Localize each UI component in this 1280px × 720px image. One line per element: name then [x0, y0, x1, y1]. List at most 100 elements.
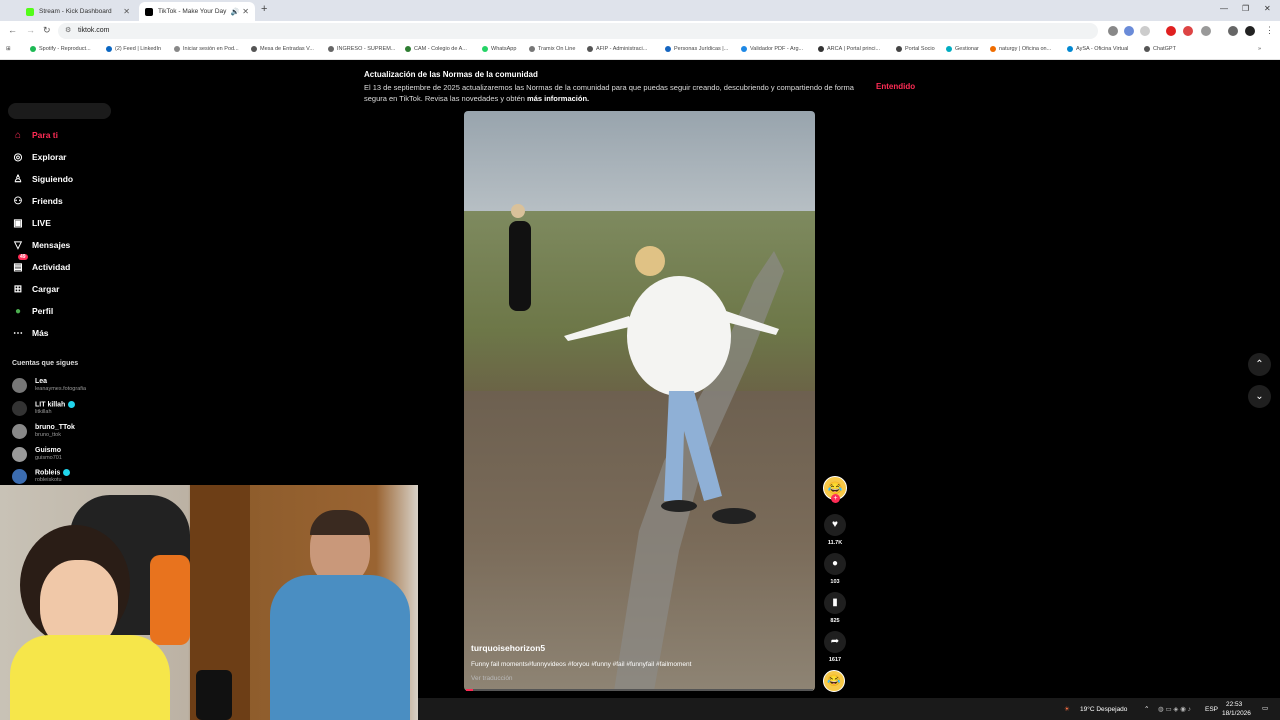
sidebar-item-live[interactable]: ▣ LIVE [12, 215, 51, 231]
menu-icon[interactable]: ⋮ [1265, 25, 1274, 36]
sound-disc[interactable]: 😂 [823, 670, 847, 692]
followed-account[interactable]: LIT killah litkillah [12, 401, 76, 417]
clock-date[interactable]: 18/1/2026 [1222, 710, 1251, 717]
tab-tiktok[interactable]: TikTok - Make Your Day 🔊 ✕ [139, 2, 255, 21]
back-icon[interactable]: ← [8, 25, 17, 35]
kick-icon [26, 7, 34, 16]
tab-label: TikTok - Make Your Day [158, 8, 227, 15]
sidebar-item-mensajes[interactable]: ▽ Mensajes [12, 237, 70, 253]
bookmark-item[interactable]: naturgy | Oficina on... [990, 46, 1051, 52]
site-info-icon[interactable]: ⚙ [65, 23, 71, 39]
speaker-icon[interactable]: 🔊 [231, 8, 240, 16]
translate-link[interactable]: Ver traducción [471, 675, 513, 682]
tray-icons[interactable]: ◍ ▭ ◈ ◉ ♪ [1158, 705, 1191, 713]
close-window-icon[interactable]: ✕ [1264, 4, 1271, 13]
followed-account[interactable]: Robleis robleiskotu [12, 469, 71, 485]
weather-text[interactable]: 19°C Despejado [1080, 706, 1127, 713]
forward-icon[interactable]: → [26, 25, 35, 35]
bookmark-item[interactable]: ARCA | Portal princi... [818, 46, 880, 52]
sidebar-item-cargar[interactable]: ⊞ Cargar [12, 281, 60, 297]
profile-icon: ● [14, 305, 22, 317]
bookmark-item[interactable]: CAM - Colegio de A... [405, 46, 467, 52]
video-progress-fill [466, 689, 473, 691]
extension-gmail-icon[interactable] [1183, 26, 1193, 36]
language-indicator[interactable]: ESP [1205, 706, 1218, 713]
video-scene [509, 204, 784, 691]
video-progress-bar[interactable] [466, 689, 813, 691]
banner-text: El 13 de septiembre de 2025 actualizarem… [364, 83, 854, 103]
avatar [12, 447, 27, 462]
heart-icon: ♥ [824, 514, 846, 536]
more-bookmarks-icon[interactable]: » [1258, 46, 1261, 52]
bookmark-item[interactable]: Tramix On Line [529, 46, 575, 52]
compass-icon: ◎ [13, 151, 23, 163]
bookmark-item[interactable]: Iniciar sesión en Pod... [174, 46, 239, 52]
comment-button[interactable]: ● 103 [823, 553, 847, 585]
extension-opera-icon[interactable] [1166, 26, 1176, 36]
follow-plus-icon[interactable]: + [831, 494, 840, 503]
bookmark-item[interactable]: Mesa de Entradas V... [251, 46, 314, 52]
browser-toolbar: ← → ↻ ⚙ tiktok.com ⋮ [0, 21, 1280, 41]
followed-account[interactable]: Lea leanaymes.fotografia [12, 378, 86, 393]
sidebar-item-explorar[interactable]: ◎ Explorar [12, 149, 67, 165]
tab-kick[interactable]: Stream - Kick Dashboard ✕ [20, 2, 136, 21]
bookmark-item[interactable]: WhatsApp [482, 46, 516, 52]
clock-time[interactable]: 22:53 [1226, 701, 1242, 708]
search-box[interactable] [8, 103, 111, 119]
bookmark-item[interactable]: Spotify - Reproduct... [30, 46, 91, 52]
following-title: Cuentas que sigues [12, 360, 79, 367]
apps-icon[interactable]: ⊞ [6, 46, 11, 52]
followed-account[interactable]: bruno_TTok bruno_ttok [12, 424, 75, 439]
sidebar-icon[interactable] [1228, 26, 1238, 36]
sidebar-item-mas[interactable]: ⋯ Más [12, 325, 49, 341]
sidebar-item-para-ti[interactable]: ⌂ Para ti [12, 127, 58, 143]
like-button[interactable]: ♥ 11.7K [823, 514, 847, 546]
more-icon: ⋯ [13, 327, 23, 339]
cast-icon[interactable] [1108, 26, 1118, 36]
maximize-icon[interactable]: ❐ [1242, 4, 1249, 13]
save-button[interactable]: ▮ 825 [823, 592, 847, 624]
followed-account[interactable]: Guismo guismo701 [12, 447, 62, 462]
reload-icon[interactable]: ↻ [43, 25, 51, 36]
banner-title: Actualización de las Normas de la comuni… [364, 70, 538, 79]
understood-button[interactable]: Entendido [876, 82, 915, 91]
more-info-link[interactable]: más información. [527, 94, 589, 103]
extensions-icon[interactable] [1201, 26, 1211, 36]
next-video-button[interactable]: ⌄ [1248, 385, 1271, 408]
notifications-icon[interactable]: ▭ [1262, 704, 1268, 712]
minimize-icon[interactable]: — [1220, 4, 1228, 13]
weather-icon: ☀ [1064, 706, 1070, 713]
video-author[interactable]: turquoisehorizon5 [471, 643, 545, 653]
bookmark-item[interactable]: (2) Feed | LinkedIn [106, 46, 161, 52]
share-button[interactable]: ➦ 1617 [823, 631, 847, 663]
activity-badge: 49 [18, 254, 28, 260]
close-icon[interactable]: ✕ [123, 7, 130, 16]
bookmark-item[interactable]: INGRESO - SUPREM... [328, 46, 395, 52]
bookmark-item[interactable]: Portal Socio [896, 46, 935, 52]
sidebar-item-siguiendo[interactable]: ♙ Siguiendo [12, 171, 74, 187]
video-player[interactable] [464, 111, 815, 691]
bookmark-item[interactable]: AFIP - Administraci... [587, 46, 647, 52]
bookmark-icon: ▮ [824, 592, 846, 614]
comment-icon: ● [824, 553, 846, 575]
previous-video-button[interactable]: ⌃ [1248, 353, 1271, 376]
sidebar-item-actividad[interactable]: ▤ 49 Actividad [12, 254, 70, 275]
translate-icon[interactable] [1124, 26, 1134, 36]
new-tab-button[interactable]: + [261, 3, 267, 15]
bookmark-item[interactable]: AySA - Oficina Virtual [1067, 46, 1128, 52]
creator-avatar[interactable]: 😂 + [823, 476, 847, 503]
bookmark-item[interactable]: Validador PDF - Arg... [741, 46, 803, 52]
share-icon: ➦ [824, 631, 846, 653]
bookmark-item[interactable]: Gestionar [946, 46, 979, 52]
verified-icon [68, 401, 76, 408]
address-bar[interactable]: ⚙ tiktok.com [58, 23, 1098, 39]
bookmark-item[interactable]: ChatGPT [1144, 46, 1176, 52]
sidebar-item-perfil[interactable]: ● Perfil [12, 303, 53, 319]
bookmark-star-icon[interactable] [1140, 26, 1150, 36]
sidebar-item-friends[interactable]: ⚇ Friends [12, 193, 63, 209]
tab-label: Stream - Kick Dashboard [39, 8, 112, 15]
close-icon[interactable]: ✕ [242, 7, 249, 16]
profile-avatar[interactable] [1245, 26, 1255, 36]
bookmark-item[interactable]: Personas Jurídicas |... [665, 46, 728, 52]
tray-chevron-icon[interactable]: ⌃ [1144, 705, 1149, 713]
